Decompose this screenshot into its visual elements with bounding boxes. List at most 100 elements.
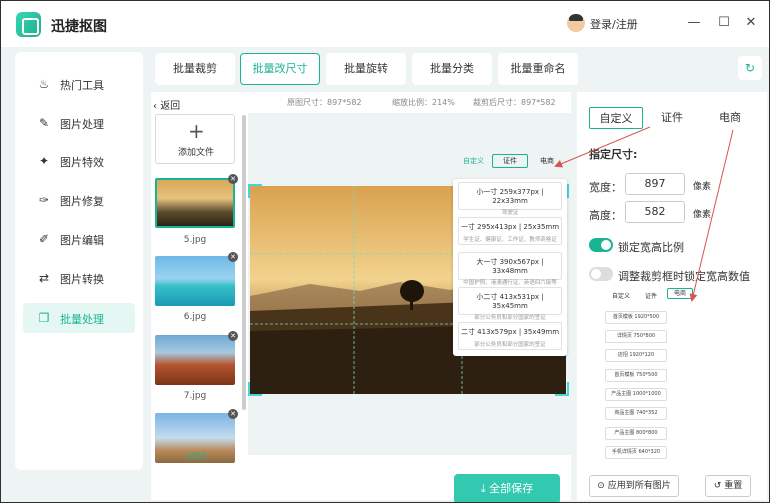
popup-size-option[interactable]: 小二寸 413x531px | 35x45mm 部分公务员和部分国家的签证 (458, 287, 562, 321)
height-label: 高度： (589, 209, 622, 222)
toggle-knob (591, 269, 601, 279)
crop-handle-bottom-left[interactable] (248, 382, 262, 396)
save-all-label: 全部保存 (489, 482, 534, 495)
popup-tab-id[interactable]: 证件 (492, 154, 528, 168)
sidebar-item-label: 批量处理 (60, 313, 104, 326)
popup-tab-custom[interactable]: 自定义 (463, 156, 484, 166)
popup-size-option[interactable]: 小一寸 259x377px | 22x33mm 驾驶证 (458, 182, 562, 216)
tab-batch-crop[interactable]: 批量裁剪 (155, 53, 235, 85)
tab-batch-classify[interactable]: 批量分类 (412, 53, 492, 85)
mini-tab-id[interactable]: 证件 (645, 291, 657, 300)
popup-size-option[interactable]: 二寸 413x579px | 35x49mm 部分公务员和部分国家的签证 (458, 322, 562, 350)
refresh-icon[interactable]: ↻ (738, 56, 762, 80)
sidebar-item-label: 图片特效 (60, 156, 104, 169)
app-title: 迅捷抠图 (51, 19, 107, 35)
apply-all-label: 应用到所有图片 (607, 481, 671, 491)
edit-icon: ✐ (38, 232, 50, 246)
sidebar-item-label: 图片修复 (60, 195, 104, 208)
id-size-popup: 小一寸 259x377px | 22x33mm 驾驶证 一寸 295x413px… (453, 179, 567, 356)
size-title: 指定尺寸: (589, 148, 638, 161)
image-edit-icon: ✎ (38, 116, 50, 130)
adjust-lock-label: 调整裁剪框时锁定宽高数值 (618, 270, 750, 283)
tab-custom[interactable]: 自定义 (589, 107, 643, 129)
popup-size-title: 大一寸 390x567px | 33x48mm (476, 258, 544, 275)
lock-ratio-label: 锁定宽高比例 (618, 241, 684, 254)
file-list-scrollbar[interactable] (242, 115, 246, 410)
cropped-size: 裁剪后尺寸：897*582 (473, 98, 556, 107)
popup-tab-ecommerce[interactable]: 电商 (540, 156, 554, 166)
preset-option[interactable]: 首页模板 750*500 (605, 369, 667, 382)
adjust-lock-toggle[interactable] (589, 267, 613, 281)
thumbnail-6[interactable] (155, 256, 235, 306)
height-input[interactable]: 582 (625, 201, 685, 223)
zoom-level: 缩放比例：214% (392, 98, 455, 107)
download-icon: ⤓ (480, 482, 490, 495)
close-icon[interactable]: ✕ (741, 13, 761, 33)
sidebar-item-label: 热门工具 (60, 79, 104, 92)
preset-option[interactable]: 产品主图 800*800 (605, 427, 667, 440)
thumbnail-name: 6.jpg (183, 312, 207, 322)
tab-id-photo[interactable]: 证件 (654, 107, 690, 129)
app-logo-icon (16, 12, 41, 37)
preset-option[interactable]: 商品主图 740*352 (605, 407, 667, 420)
reset-button[interactable]: ↺ 重置 (705, 475, 751, 497)
tab-batch-rotate[interactable]: 批量旋转 (326, 53, 406, 85)
apply-all-button[interactable]: ⊙ 应用到所有图片 (589, 475, 679, 497)
reset-label: 重置 (724, 481, 743, 491)
preset-option[interactable]: 手机详情页 640*320 (605, 446, 667, 459)
thumbnail-7[interactable] (155, 335, 235, 385)
apply-icon: ⊙ (597, 481, 608, 491)
add-file-button[interactable]: + 添加文件 (155, 114, 235, 164)
sidebar-item-label: 图片处理 (60, 118, 104, 131)
sidebar-item-batch[interactable]: ❐ 批量处理 (23, 303, 135, 333)
convert-icon: ⇄ (38, 271, 50, 285)
sidebar-item-label: 图片编辑 (60, 234, 104, 247)
popup-size-desc: 部分公务员和部分国家的签证 (474, 315, 546, 321)
avatar[interactable] (567, 14, 585, 32)
flame-icon: ♨ (38, 77, 50, 91)
thumbnail-name: 7.jpg (183, 391, 207, 401)
preset-option[interactable]: 产品主图 1000*1000 (605, 388, 667, 401)
remove-file-icon[interactable]: ✕ (228, 409, 238, 419)
popup-size-option[interactable]: 一寸 295x413px | 25x35mm 学生证、健康证、工作证、教师资格证 (458, 217, 562, 245)
save-all-button[interactable]: ⤓ 全部保存 (454, 474, 560, 503)
mini-tab-custom[interactable]: 自定义 (612, 291, 630, 300)
wrench-icon: ✑ (38, 193, 50, 207)
preset-option[interactable]: 店招 1920*120 (605, 349, 667, 362)
remove-file-icon[interactable]: ✕ (228, 331, 238, 341)
tab-ecommerce[interactable]: 电商 (712, 107, 748, 129)
preset-option[interactable]: 首页模板 1920*500 (605, 311, 667, 324)
tab-batch-rename[interactable]: 批量重命名 (498, 53, 578, 85)
login-link[interactable]: 登录/注册 (590, 16, 638, 32)
file-count: 4/50 (186, 452, 207, 462)
crop-handle-top-left[interactable] (248, 184, 262, 198)
sidebar-item-image-effects[interactable]: ✦ 图片特效 (23, 146, 135, 176)
popup-size-option[interactable]: 大一寸 390x567px | 33x48mm 中国护照、港澳通行证、英语四六级… (458, 252, 562, 286)
batch-icon: ❐ (38, 311, 50, 325)
sidebar-item-image-edit[interactable]: ✐ 图片编辑 (23, 224, 135, 254)
remove-file-icon[interactable]: ✕ (228, 174, 238, 184)
width-input[interactable]: 897 (625, 173, 685, 195)
sidebar-item-image-convert[interactable]: ⇄ 图片转换 (23, 263, 135, 293)
back-label: 返回 (160, 101, 181, 112)
minimize-icon[interactable]: — (684, 13, 704, 33)
crop-handle-bottom-right[interactable] (555, 382, 569, 396)
sidebar: ♨ 热门工具 ✎ 图片处理 ✦ 图片特效 ✑ 图片修复 ✐ 图片编辑 ⇄ 图片转… (15, 52, 143, 470)
maximize-icon[interactable]: ☐ (714, 13, 734, 33)
popup-size-title: 小二寸 413x531px | 35x45mm (476, 293, 544, 310)
sidebar-item-label: 图片转换 (60, 273, 104, 286)
thumbnail-5[interactable] (155, 178, 235, 228)
mini-tab-ecommerce[interactable]: 电商 (667, 288, 693, 299)
sidebar-item-image-repair[interactable]: ✑ 图片修复 (23, 185, 135, 215)
back-button[interactable]: ‹ 返回 (153, 97, 180, 112)
sidebar-item-image-process[interactable]: ✎ 图片处理 (23, 108, 135, 138)
height-unit: 像素 (693, 210, 712, 220)
add-file-label: 添加文件 (178, 148, 215, 158)
remove-file-icon[interactable]: ✕ (228, 252, 238, 262)
width-unit: 像素 (693, 182, 712, 192)
popup-size-title: 一寸 295x413px | 25x35mm (460, 223, 560, 231)
preset-option[interactable]: 详情页 750*800 (605, 330, 667, 343)
tab-batch-resize[interactable]: 批量改尺寸 (240, 53, 320, 85)
sidebar-item-hot-tools[interactable]: ♨ 热门工具 (23, 69, 135, 99)
lock-ratio-toggle[interactable] (589, 238, 613, 252)
